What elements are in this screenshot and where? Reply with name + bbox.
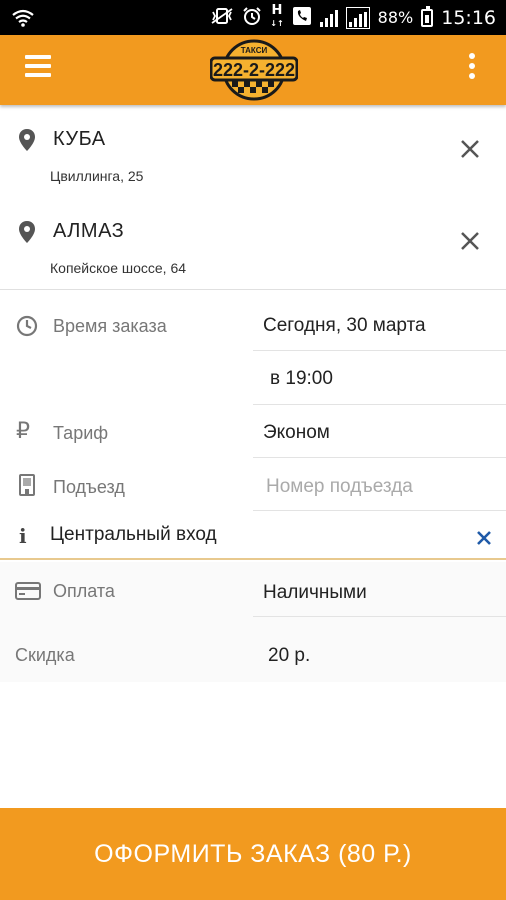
alarm-icon (242, 6, 262, 30)
logo: ТАКСИ 222-2-222 (210, 38, 298, 102)
payment-value[interactable]: Наличными (263, 582, 367, 604)
entrance-input[interactable]: Номер подъезда (266, 476, 413, 498)
time-date-value[interactable]: Сегодня, 30 марта (263, 315, 426, 337)
wifi-icon (12, 0, 34, 35)
payment-label: Оплата (53, 581, 115, 601)
logo-number: 222-2-222 (212, 60, 296, 80)
divider (253, 616, 506, 617)
tariff-value[interactable]: Эконом (263, 422, 330, 444)
clear-icon[interactable] (476, 530, 492, 546)
location-pin-icon (19, 129, 35, 151)
divider (0, 289, 506, 290)
discount-label: Скидка (15, 645, 75, 665)
clock-icon (16, 315, 38, 337)
divider (253, 404, 506, 405)
phone-icon (292, 6, 312, 30)
tariff-label: Тариф (53, 423, 109, 443)
divider (253, 510, 506, 511)
time-label: Время заказа (53, 316, 167, 336)
order-button-label: ОФОРМИТЬ ЗАКАЗ (80 Р.) (94, 839, 412, 868)
divider (253, 457, 506, 458)
location-pin-icon (19, 221, 35, 243)
route-from[interactable]: КУБА Цвиллинга, 25 (0, 105, 506, 197)
signal-icon (319, 9, 338, 27)
credit-card-icon (15, 582, 41, 600)
clock: 15:16 (441, 6, 496, 29)
network-type-icon: H ↓↑ (270, 3, 284, 28)
vibrate-icon (210, 7, 234, 29)
payment-section (0, 562, 506, 682)
order-button[interactable]: ОФОРМИТЬ ЗАКАЗ (80 Р.) (0, 808, 506, 900)
close-icon[interactable] (459, 138, 481, 160)
time-hour-value[interactable]: в 19:00 (270, 368, 333, 390)
divider (253, 350, 506, 351)
comment-field[interactable]: i Центральный вход (0, 512, 506, 560)
menu-icon[interactable] (25, 55, 51, 77)
comment-value: Центральный вход (50, 524, 217, 545)
signal-2-icon (345, 6, 370, 29)
route-from-name: КУБА (53, 128, 106, 150)
logo-caption: ТАКСИ (240, 46, 268, 55)
app-header: ТАКСИ 222-2-222 (0, 35, 506, 105)
discount-value: 20 р. (268, 645, 311, 666)
status-bar: H ↓↑ 88% 15:16 (0, 0, 506, 35)
close-icon[interactable] (459, 230, 481, 252)
info-icon: i (19, 524, 27, 548)
route-to-address: Копейское шоссе, 64 (50, 260, 187, 276)
ruble-icon: ₽ (16, 419, 30, 444)
route-to[interactable]: АЛМАЗ Копейское шоссе, 64 (0, 197, 506, 289)
more-icon[interactable] (468, 53, 476, 81)
route-from-address: Цвиллинга, 25 (50, 168, 144, 184)
route-to-name: АЛМАЗ (53, 220, 125, 242)
entrance-label: Подъезд (53, 477, 125, 497)
battery-percent: 88% (377, 8, 414, 27)
battery-icon (421, 5, 434, 27)
building-icon (19, 474, 35, 496)
comment-underline (0, 558, 506, 560)
